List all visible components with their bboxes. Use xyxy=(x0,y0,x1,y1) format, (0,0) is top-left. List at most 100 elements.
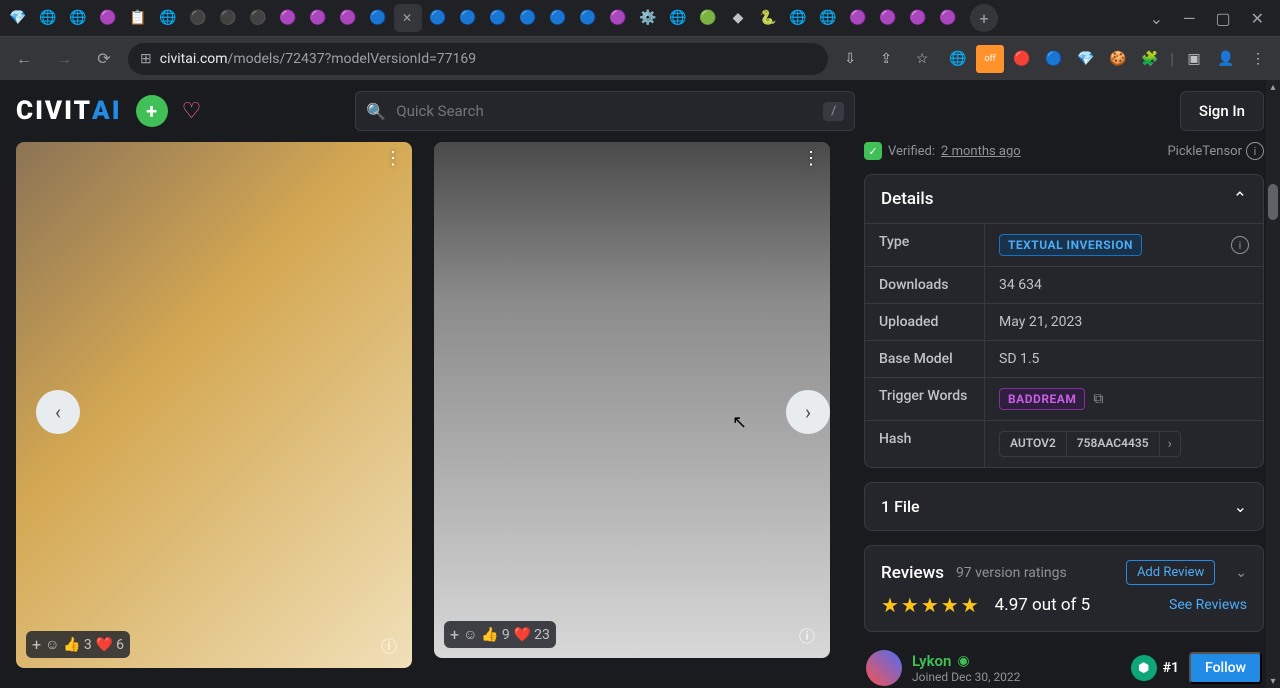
trigger-badge[interactable]: BADDREAM xyxy=(999,388,1085,410)
tab[interactable]: 🔵 xyxy=(544,4,572,32)
image-info-icon[interactable]: ⓘ xyxy=(794,622,820,648)
signin-button[interactable]: Sign In xyxy=(1180,91,1264,131)
author-name-link[interactable]: Lykon xyxy=(912,652,951,670)
search-box[interactable]: 🔍 / xyxy=(355,91,855,131)
chevron-down-icon[interactable]: ⌄ xyxy=(1235,565,1247,581)
favorites-icon[interactable]: ♡ xyxy=(182,99,202,124)
tab[interactable]: 🔵 xyxy=(574,4,602,32)
tab[interactable]: 🟣 xyxy=(874,4,902,32)
tab[interactable]: 🌐 xyxy=(154,4,182,32)
tab[interactable]: 🌐 xyxy=(814,4,842,32)
add-reaction-icon[interactable]: + xyxy=(450,625,459,644)
image-menu-icon[interactable]: ⋮ xyxy=(384,148,402,169)
uploaded-value: May 21, 2023 xyxy=(985,304,1263,340)
tab[interactable]: 🟣 xyxy=(304,4,332,32)
tab[interactable]: 🔵 xyxy=(424,4,452,32)
minimize-icon[interactable]: — xyxy=(1183,9,1196,28)
see-reviews-link[interactable]: See Reviews xyxy=(1169,597,1247,613)
heart-reaction[interactable]: ❤️6 xyxy=(96,637,124,653)
tab[interactable]: 🟢 xyxy=(694,4,722,32)
tab[interactable]: 🟣 xyxy=(904,4,932,32)
tab-active[interactable]: ✕ xyxy=(394,4,422,32)
gallery-image[interactable]: ⋮ + ☺ 👍9 ❤️23 ⓘ xyxy=(434,142,830,658)
emoji-picker-icon[interactable]: ☺ xyxy=(463,626,477,643)
tab[interactable]: 📋 xyxy=(124,4,152,32)
emoji-picker-icon[interactable]: ☺ xyxy=(45,636,59,653)
copy-icon[interactable]: ⧉ xyxy=(1093,391,1103,407)
hash-value[interactable]: 758AAC4435 xyxy=(1067,432,1159,456)
thumbs-reaction[interactable]: 👍3 xyxy=(63,637,91,653)
logo[interactable]: CIVITAI xyxy=(16,96,122,126)
extension-icon[interactable]: 🌐 xyxy=(944,45,972,73)
share-icon[interactable]: ⇪ xyxy=(872,45,900,73)
tab[interactable]: 🌐 xyxy=(664,4,692,32)
tab[interactable]: 💎 xyxy=(4,4,32,32)
tab[interactable]: 🌐 xyxy=(34,4,62,32)
details-header[interactable]: Details ⌃ xyxy=(865,175,1263,223)
scrollbar[interactable]: ▴ ▾ xyxy=(1266,80,1280,688)
tab[interactable]: 🐍 xyxy=(754,4,782,32)
back-button[interactable]: ← xyxy=(8,43,40,75)
tab[interactable]: 🟣 xyxy=(844,4,872,32)
tab[interactable]: 🟣 xyxy=(604,4,632,32)
hash-expand-icon[interactable]: › xyxy=(1159,432,1180,456)
maximize-icon[interactable]: ▢ xyxy=(1215,9,1230,28)
hash-type[interactable]: AUTOV2 xyxy=(1000,432,1067,456)
forward-button[interactable]: → xyxy=(48,43,80,75)
create-button[interactable]: + xyxy=(136,95,168,127)
scroll-down-icon[interactable]: ▾ xyxy=(1268,676,1278,686)
image-info-icon[interactable]: ⓘ xyxy=(376,632,402,658)
sidepanel-icon[interactable]: ▣ xyxy=(1180,45,1208,73)
tab[interactable]: ◆ xyxy=(724,4,752,32)
avatar[interactable] xyxy=(866,650,902,686)
tabs-dropdown-icon[interactable]: ⌄ xyxy=(1150,9,1163,28)
extension-icon[interactable]: 🔴 xyxy=(1008,45,1036,73)
close-icon[interactable]: ✕ xyxy=(402,11,412,25)
url-bar[interactable]: ⊞ civitai.com/models/72437?modelVersionI… xyxy=(128,43,828,75)
thumbs-reaction[interactable]: 👍9 xyxy=(481,627,509,643)
extensions-menu-icon[interactable]: 🧩 xyxy=(1136,45,1164,73)
tab[interactable]: 🔵 xyxy=(454,4,482,32)
extension-icon[interactable]: 🍪 xyxy=(1104,45,1132,73)
tab[interactable]: 🔵 xyxy=(364,4,392,32)
site-info-icon[interactable]: ⊞ xyxy=(140,51,152,67)
tab[interactable]: 🟣 xyxy=(934,4,962,32)
menu-icon[interactable]: ⋮ xyxy=(1244,45,1272,73)
reload-button[interactable]: ⟳ xyxy=(88,43,120,75)
scroll-up-icon[interactable]: ▴ xyxy=(1268,82,1278,92)
carousel-next-button[interactable]: › xyxy=(786,390,830,434)
info-icon[interactable]: i xyxy=(1231,236,1249,254)
tab[interactable]: ⚙️ xyxy=(634,4,662,32)
tab[interactable]: ⚫ xyxy=(244,4,272,32)
verified-date-link[interactable]: 2 months ago xyxy=(941,144,1021,159)
search-input[interactable] xyxy=(396,102,813,120)
tab[interactable]: 🌐 xyxy=(784,4,812,32)
tab[interactable]: 🟣 xyxy=(94,4,122,32)
files-panel[interactable]: 1 File ⌄ xyxy=(864,482,1264,531)
tab[interactable]: 🌐 xyxy=(64,4,92,32)
tab[interactable]: 🔵 xyxy=(484,4,512,32)
bookmark-icon[interactable]: ☆ xyxy=(908,45,936,73)
follow-button[interactable]: Follow xyxy=(1189,652,1262,684)
image-menu-icon[interactable]: ⋮ xyxy=(802,148,820,169)
scroll-thumb[interactable] xyxy=(1268,184,1278,220)
info-icon[interactable]: i xyxy=(1246,142,1264,160)
install-icon[interactable]: ⇩ xyxy=(836,45,864,73)
basemodel-value: SD 1.5 xyxy=(985,341,1263,377)
tab[interactable]: 🟣 xyxy=(274,4,302,32)
add-reaction-icon[interactable]: + xyxy=(32,635,41,654)
tab[interactable]: 🔵 xyxy=(514,4,542,32)
reviews-count: 97 version ratings xyxy=(956,565,1067,581)
tab[interactable]: ⚫ xyxy=(184,4,212,32)
carousel-prev-button[interactable]: ‹ xyxy=(36,390,80,434)
close-window-icon[interactable]: ✕ xyxy=(1251,9,1264,28)
heart-reaction[interactable]: ❤️23 xyxy=(514,627,550,643)
profile-icon[interactable]: 👤 xyxy=(1212,45,1240,73)
add-review-button[interactable]: Add Review xyxy=(1126,560,1215,585)
extension-icon[interactable]: 💎 xyxy=(1072,45,1100,73)
extension-icon[interactable]: off xyxy=(976,45,1004,73)
tab[interactable]: ⚫ xyxy=(214,4,242,32)
tab[interactable]: 🟣 xyxy=(334,4,362,32)
extension-icon[interactable]: 🔵 xyxy=(1040,45,1068,73)
new-tab-button[interactable]: + xyxy=(970,4,998,32)
